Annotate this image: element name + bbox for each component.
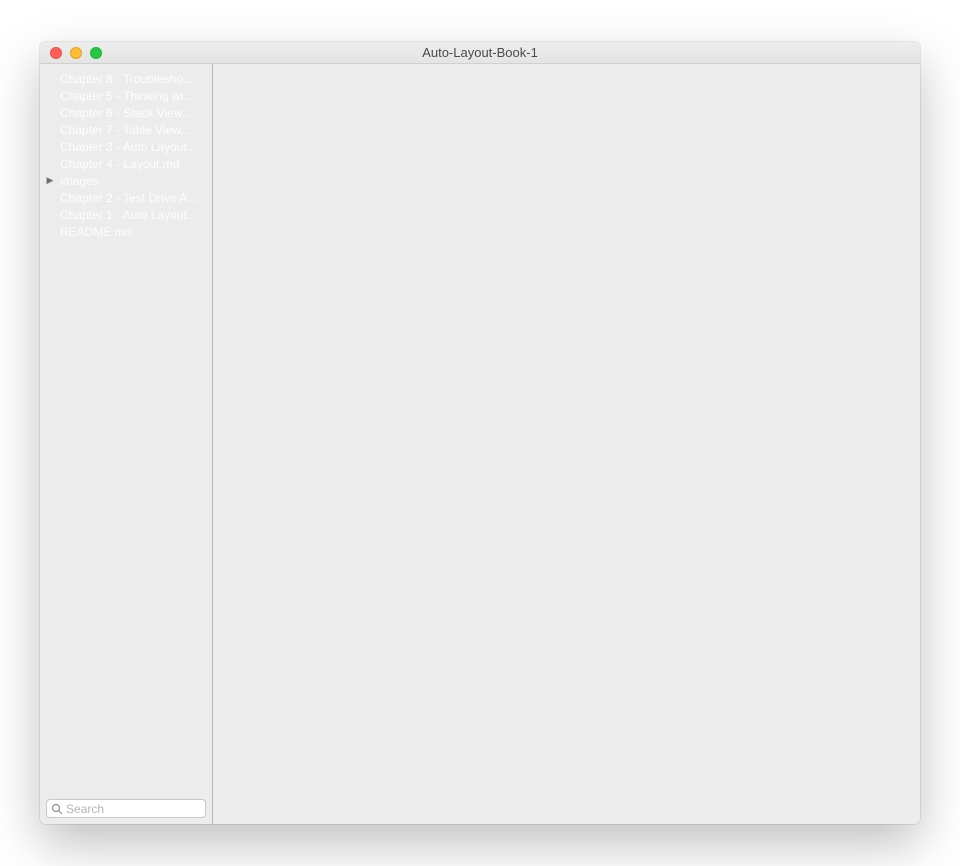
list-item-label: Chapter 3 - Auto Layout...	[55, 140, 197, 154]
list-item-label: Chapter 4 - Layout.md	[55, 157, 179, 171]
list-item[interactable]: Chapter 4 - Layout.md	[40, 155, 212, 172]
list-item[interactable]: Chapter 7 - Table View...	[40, 121, 212, 138]
list-item-label: Chapter 8 - Troublesho...	[55, 72, 193, 86]
list-item[interactable]: Chapter 1 - Auto Layout...	[40, 206, 212, 223]
list-item-label: Chapter 2 - Test Drive A...	[55, 191, 197, 205]
sidebar: Chapter 8 - Troublesho... Chapter 5 - Th…	[40, 64, 213, 824]
app-window: Auto-Layout-Book-1 Chapter 8 - Troublesh…	[40, 42, 920, 824]
list-item-label: Chapter 1 - Auto Layout...	[55, 208, 197, 222]
file-list: Chapter 8 - Troublesho... Chapter 5 - Th…	[40, 64, 212, 794]
list-item-folder[interactable]: ▶ images	[40, 172, 212, 189]
list-item-label: Chapter 5 - Thinking wi...	[55, 89, 193, 103]
close-icon[interactable]	[50, 47, 62, 59]
search-field[interactable]	[46, 799, 206, 818]
search-container	[40, 794, 212, 824]
list-item[interactable]: Chapter 2 - Test Drive A...	[40, 189, 212, 206]
list-item[interactable]: Chapter 3 - Auto Layout...	[40, 138, 212, 155]
window-body: Chapter 8 - Troublesho... Chapter 5 - Th…	[40, 64, 920, 824]
traffic-lights	[40, 47, 102, 59]
window-title: Auto-Layout-Book-1	[40, 42, 920, 64]
minimize-icon[interactable]	[70, 47, 82, 59]
list-item-label: images	[55, 174, 99, 188]
disclosure-triangle-icon[interactable]: ▶	[45, 175, 55, 186]
search-input[interactable]	[66, 802, 201, 816]
list-item[interactable]: Chapter 5 - Thinking wi...	[40, 87, 212, 104]
list-item-label: Chapter 7 - Table View...	[55, 123, 190, 137]
zoom-icon[interactable]	[90, 47, 102, 59]
list-item-label: README.md	[55, 225, 131, 239]
list-item-label: Chapter 6 - Stack View...	[55, 106, 192, 120]
list-item[interactable]: Chapter 6 - Stack View...	[40, 104, 212, 121]
titlebar[interactable]: Auto-Layout-Book-1	[40, 42, 920, 64]
list-item[interactable]: Chapter 8 - Troublesho...	[40, 70, 212, 87]
search-icon	[51, 803, 63, 815]
content-pane	[213, 64, 920, 824]
list-item[interactable]: README.md	[40, 223, 212, 240]
